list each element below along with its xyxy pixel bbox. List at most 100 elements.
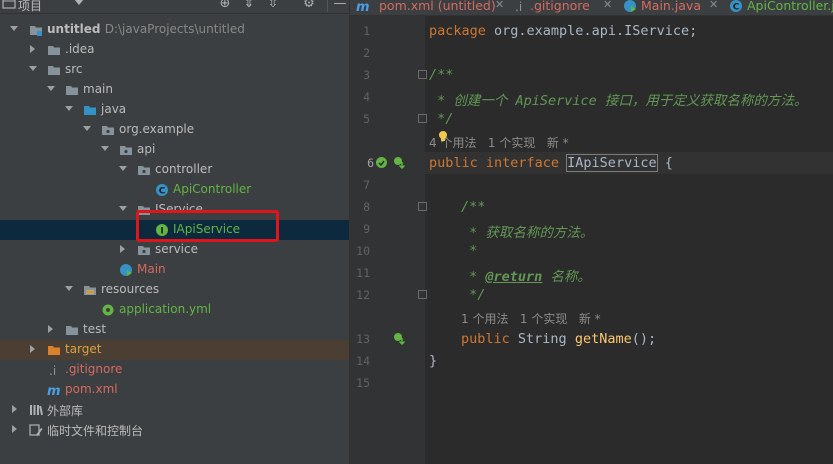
tree-item-scratches[interactable]: 临时文件和控制台 bbox=[0, 420, 349, 440]
lightbulb-icon[interactable] bbox=[437, 130, 449, 142]
code-text: * bbox=[461, 269, 486, 285]
code-line[interactable]: * 创建一个 ApiService 接口，用于定义获取名称的方法。 bbox=[429, 89, 807, 109]
collapse-all-icon[interactable]: ⇳ bbox=[266, 0, 280, 11]
chevron-right-icon[interactable] bbox=[30, 345, 35, 353]
code-line[interactable]: public String getName(); bbox=[461, 331, 656, 347]
fold-icon[interactable] bbox=[418, 290, 427, 299]
tree-item-label: controller bbox=[155, 162, 213, 176]
tree-item-label: service bbox=[155, 242, 198, 256]
close-icon[interactable]: ✕ bbox=[603, 0, 612, 11]
code-text: { bbox=[656, 155, 673, 171]
chevron-right-icon[interactable] bbox=[120, 245, 125, 253]
header-separator bbox=[327, 0, 328, 12]
close-icon[interactable]: ✕ bbox=[495, 0, 504, 11]
chevron-down-icon[interactable] bbox=[10, 26, 18, 31]
tree-item-main[interactable]: main bbox=[0, 80, 349, 100]
line-number: 4 bbox=[363, 90, 370, 104]
fold-icon[interactable] bbox=[418, 114, 427, 123]
code-line[interactable]: /** bbox=[429, 67, 453, 83]
code-line[interactable]: * @return 名称。 bbox=[461, 265, 591, 285]
chevron-down-icon[interactable] bbox=[74, 0, 84, 5]
author-hint[interactable]: 新 * bbox=[547, 136, 569, 150]
package-icon bbox=[138, 246, 150, 255]
chevron-right-icon[interactable] bbox=[12, 425, 17, 433]
tree-item-service[interactable]: service bbox=[0, 240, 349, 260]
code-line[interactable]: * 获取名称的方法。 bbox=[461, 221, 593, 241]
fold-icon[interactable] bbox=[418, 70, 427, 79]
line-number: 12 bbox=[356, 288, 370, 302]
tree-item-application-yml[interactable]: application.yml bbox=[0, 300, 349, 320]
implementation-icon[interactable] bbox=[393, 332, 406, 345]
tree-item-label: 外部库 bbox=[47, 404, 84, 418]
chevron-down-icon[interactable] bbox=[29, 66, 37, 71]
line-number: 6 bbox=[367, 156, 374, 170]
main-class-icon bbox=[624, 0, 636, 12]
tree-item-untitled[interactable]: untitled D:\javaProjects\untitled bbox=[0, 20, 349, 40]
implementation-icon[interactable] bbox=[393, 156, 406, 169]
expand-all-icon[interactable]: ⇕ bbox=[242, 0, 256, 11]
implementations-hint[interactable]: 1 个实现 bbox=[520, 312, 567, 326]
inlay-hint[interactable]: 1 个用法 1 个实现 新 * bbox=[461, 310, 601, 327]
tree-item-target[interactable]: target bbox=[0, 340, 349, 360]
fold-icon[interactable] bbox=[418, 202, 427, 211]
tree-item-org-example[interactable]: org.example bbox=[0, 120, 349, 140]
tree-item-idea[interactable]: .idea bbox=[0, 40, 349, 60]
line-number: 15 bbox=[356, 376, 370, 390]
tree-item-resources[interactable]: resources bbox=[0, 280, 349, 300]
project-title[interactable]: 项目 bbox=[18, 0, 42, 14]
chevron-down-icon[interactable] bbox=[101, 146, 109, 151]
folder-icon bbox=[48, 46, 60, 55]
chevron-right-icon[interactable] bbox=[30, 45, 35, 53]
tree-item-java[interactable]: java bbox=[0, 100, 349, 120]
code-line[interactable]: * bbox=[461, 243, 477, 259]
chevron-down-icon[interactable] bbox=[83, 126, 91, 131]
keyword: package bbox=[429, 23, 486, 39]
tree-item-apicontroller[interactable]: C ApiController bbox=[0, 180, 349, 200]
tree-item-pom-xml[interactable]: m pom.xml bbox=[0, 380, 349, 400]
code-line[interactable]: */ bbox=[429, 111, 453, 127]
locate-icon[interactable]: ⊕ bbox=[218, 0, 232, 11]
tab-label: ApiController.ja bbox=[747, 0, 833, 13]
usages-hint[interactable]: 1 个用法 bbox=[461, 312, 508, 326]
code-text: 名称。 bbox=[542, 269, 591, 285]
chevron-down-icon[interactable] bbox=[47, 86, 55, 91]
tree-item-label: Main bbox=[137, 262, 166, 276]
tree-item-gitignore[interactable]: .i .gitignore bbox=[0, 360, 349, 380]
author-hint[interactable]: 新 * bbox=[579, 312, 601, 326]
chevron-down-icon[interactable] bbox=[65, 286, 73, 291]
chevron-right-icon[interactable] bbox=[48, 325, 53, 333]
tree-item-label: untitled D:\javaProjects\untitled bbox=[47, 22, 245, 36]
tree-item-label: test bbox=[83, 322, 107, 336]
code-line[interactable]: */ bbox=[461, 287, 485, 303]
excluded-folder-icon bbox=[48, 346, 60, 355]
tree-item-label: .idea bbox=[65, 42, 95, 56]
chevron-right-icon[interactable] bbox=[12, 405, 17, 413]
chevron-down-icon[interactable] bbox=[65, 106, 73, 111]
gear-icon[interactable]: ⚙ bbox=[302, 0, 316, 11]
tree-item-test[interactable]: test bbox=[0, 320, 349, 340]
svg-text:m: m bbox=[47, 384, 61, 397]
chevron-down-icon[interactable] bbox=[119, 206, 127, 211]
tree-item-src[interactable]: src bbox=[0, 60, 349, 80]
scratch-icon bbox=[29, 424, 43, 436]
class-icon: C bbox=[730, 0, 742, 13]
tree-item-controller[interactable]: controller bbox=[0, 160, 349, 180]
line-number: 2 bbox=[363, 46, 370, 60]
tree-item-api[interactable]: api bbox=[0, 140, 349, 160]
inlay-hint[interactable]: 4 个用法 1 个实现 新 * bbox=[429, 134, 569, 151]
implementations-hint[interactable]: 1 个实现 bbox=[488, 136, 535, 150]
package-icon bbox=[102, 126, 114, 135]
folder-icon bbox=[66, 86, 78, 95]
code-line[interactable]: /** bbox=[461, 199, 485, 215]
code-line[interactable]: public interface IApiService { bbox=[429, 154, 673, 172]
implemented-icon[interactable] bbox=[375, 156, 388, 169]
tree-item-external-libraries[interactable]: 外部库 bbox=[0, 400, 349, 420]
hide-icon[interactable]: — bbox=[333, 0, 347, 11]
code-line[interactable]: package org.example.api.IService; bbox=[429, 23, 697, 39]
source-folder-icon bbox=[84, 106, 96, 115]
close-icon[interactable]: ✕ bbox=[709, 0, 718, 11]
tree-item-main-class[interactable]: Main bbox=[0, 260, 349, 280]
chevron-down-icon[interactable] bbox=[119, 166, 127, 171]
package-icon bbox=[120, 146, 132, 155]
code-line[interactable]: } bbox=[429, 353, 437, 369]
